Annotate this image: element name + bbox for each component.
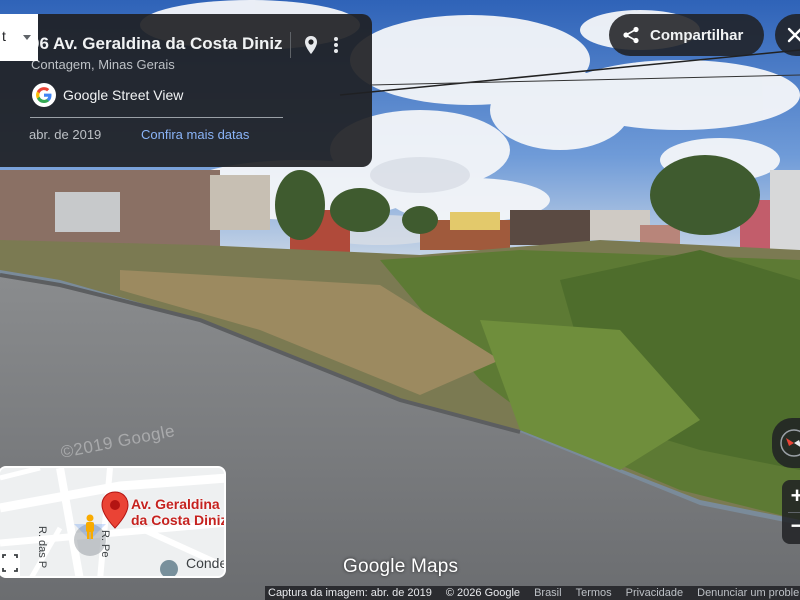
map-poi-label: Conde bbox=[186, 555, 226, 571]
address-title: 06 Av. Geraldina da Costa Diniz bbox=[30, 34, 283, 53]
more-dates-link[interactable]: Confira mais datas bbox=[141, 127, 249, 142]
zoom-control: + − bbox=[782, 480, 800, 544]
zoom-out-button[interactable]: − bbox=[782, 512, 800, 544]
expand-icon bbox=[2, 554, 18, 572]
share-icon bbox=[623, 26, 639, 44]
title-divider bbox=[290, 32, 291, 58]
copyright: © 2026 Google bbox=[445, 587, 521, 599]
address-locality: Contagem, Minas Gerais bbox=[31, 57, 175, 72]
location-pin-icon[interactable] bbox=[298, 32, 324, 58]
expand-map-button[interactable] bbox=[0, 550, 20, 576]
compass-button[interactable] bbox=[772, 418, 800, 468]
street-view-badge: Google Street View bbox=[32, 82, 183, 108]
layer-select[interactable]: t bbox=[0, 14, 38, 61]
layer-select-value: t bbox=[2, 28, 6, 44]
location-info-card: 06 Av. Geraldina da Costa Diniz Contagem… bbox=[0, 14, 372, 167]
terms-link[interactable]: Termos bbox=[576, 587, 612, 599]
share-button[interactable]: Compartilhar bbox=[609, 14, 764, 56]
close-button[interactable] bbox=[775, 14, 800, 56]
close-icon bbox=[787, 27, 800, 43]
capture-date: abr. de 2019 bbox=[29, 127, 102, 142]
chevron-down-icon bbox=[23, 35, 31, 40]
google-g-icon bbox=[32, 83, 56, 107]
map-place-label: Av. Geraldina da Costa Diniz bbox=[131, 496, 226, 528]
street-label: R. das P bbox=[36, 526, 48, 569]
google-maps-logo: Google Maps bbox=[343, 556, 459, 577]
capture-date-attribution: Captura da imagem: abr. de 2019 bbox=[268, 587, 432, 599]
attribution-bar: Captura da imagem: abr. de 2019 © 2026 G… bbox=[265, 586, 800, 600]
privacy-link[interactable]: Privacidade bbox=[626, 587, 683, 599]
card-divider bbox=[30, 117, 283, 118]
street-label: R. Pe bbox=[99, 530, 111, 558]
poi-icon bbox=[160, 560, 178, 576]
more-vert-icon[interactable] bbox=[327, 32, 345, 58]
minimap[interactable]: Av. Geraldina da Costa Diniz R. das P R.… bbox=[0, 466, 226, 578]
report-problem-link[interactable]: Denunciar um problema bbox=[697, 587, 800, 599]
street-view-label: Google Street View bbox=[63, 87, 184, 103]
country-link[interactable]: Brasil bbox=[534, 587, 562, 599]
compass-icon bbox=[780, 429, 800, 457]
share-label: Compartilhar bbox=[650, 26, 744, 44]
zoom-in-button[interactable]: + bbox=[782, 480, 800, 512]
